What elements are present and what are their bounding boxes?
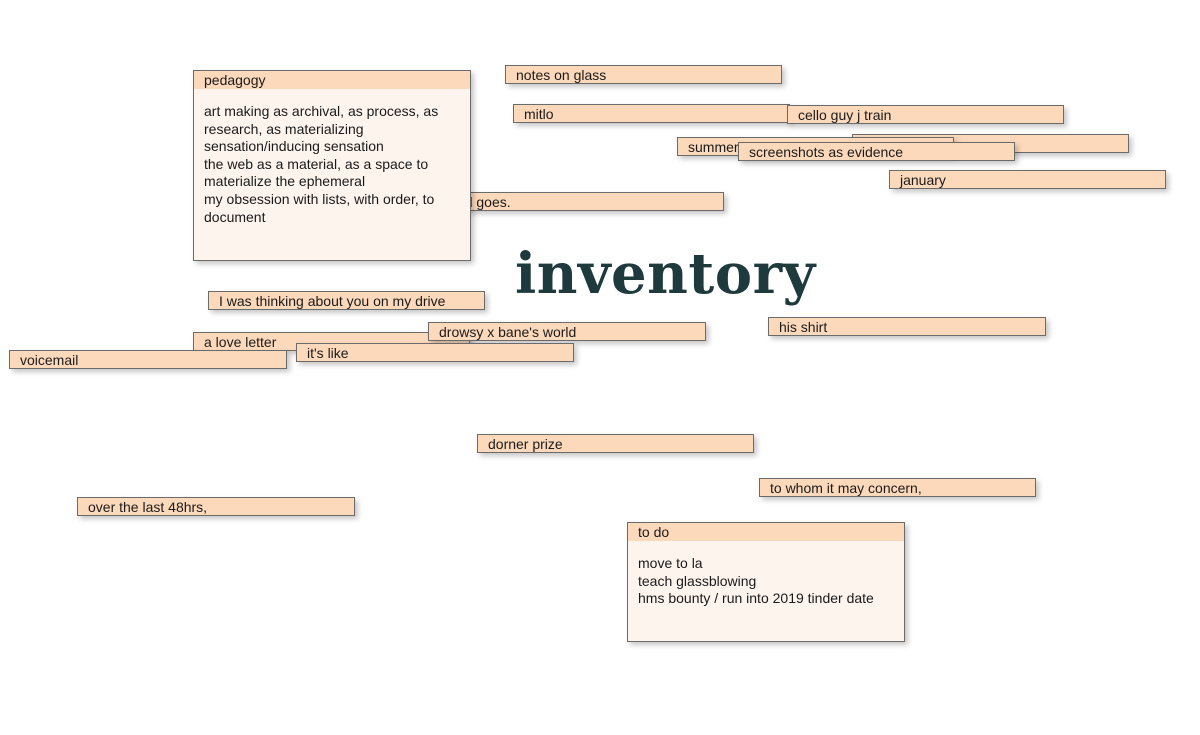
note-notes-on-glass[interactable]: notes on glass	[505, 65, 782, 84]
note-line: hms bounty / run into 2019 tinder date	[638, 590, 874, 607]
note-screenshots-as-evidence[interactable]: screenshots as evidence	[738, 142, 1015, 161]
note-line: art making as archival, as process, as r…	[204, 103, 439, 155]
note-body: art making as archival, as process, as r…	[194, 89, 470, 234]
note-his-shirt[interactable]: his shirt	[768, 317, 1046, 336]
note-label: it's like	[307, 345, 349, 361]
note-thinking-about-you[interactable]: I was thinking about you on my drive	[208, 291, 485, 310]
note-header: pedagogy	[194, 71, 470, 89]
note-line: move to la	[638, 555, 703, 571]
note-label: screenshots as evidence	[749, 144, 904, 160]
note-january[interactable]: january	[889, 170, 1166, 189]
note-label: notes on glass	[516, 67, 607, 83]
inventory-canvas: notes on glass mitlo cello guy j train s…	[0, 0, 1200, 735]
note-body: move to la teach glassblowing hms bounty…	[628, 541, 904, 616]
page-title: inventory	[515, 241, 816, 307]
note-label: dorner prize	[488, 436, 563, 452]
note-to-do[interactable]: to do move to la teach glassblowing hms …	[627, 522, 905, 642]
note-dorner-prize[interactable]: dorner prize	[477, 434, 754, 453]
note-line: teach glassblowing	[638, 572, 757, 589]
note-line: my obsession with lists, with order, to …	[204, 190, 435, 225]
note-label: his shirt	[779, 319, 828, 335]
note-to-whom-it-may-concern[interactable]: to whom it may concern,	[759, 478, 1036, 497]
note-label: drowsy x bane's world	[439, 324, 577, 340]
note-label: I was thinking about you on my drive	[219, 293, 446, 309]
note-label: over the last 48hrs,	[88, 499, 208, 515]
note-cello-guy-j-train[interactable]: cello guy j train	[787, 105, 1064, 124]
note-label: mitlo	[524, 106, 554, 122]
note-pedagogy[interactable]: pedagogy art making as archival, as proc…	[193, 70, 471, 261]
note-label: to whom it may concern,	[770, 480, 922, 496]
note-label: january	[900, 172, 946, 188]
note-mitlo[interactable]: mitlo	[513, 104, 790, 123]
note-header: to do	[628, 523, 904, 541]
note-line: the web as a material, as a space to mat…	[204, 155, 429, 190]
note-label: cello guy j train	[798, 107, 892, 123]
note-over-the-last-48hrs[interactable]: over the last 48hrs,	[77, 497, 355, 516]
note-voicemail[interactable]: voicemail	[9, 350, 287, 369]
note-its-like[interactable]: it's like	[296, 343, 574, 362]
note-drowsy-banes-world[interactable]: drowsy x bane's world	[428, 322, 706, 341]
note-label: voicemail	[20, 352, 79, 368]
